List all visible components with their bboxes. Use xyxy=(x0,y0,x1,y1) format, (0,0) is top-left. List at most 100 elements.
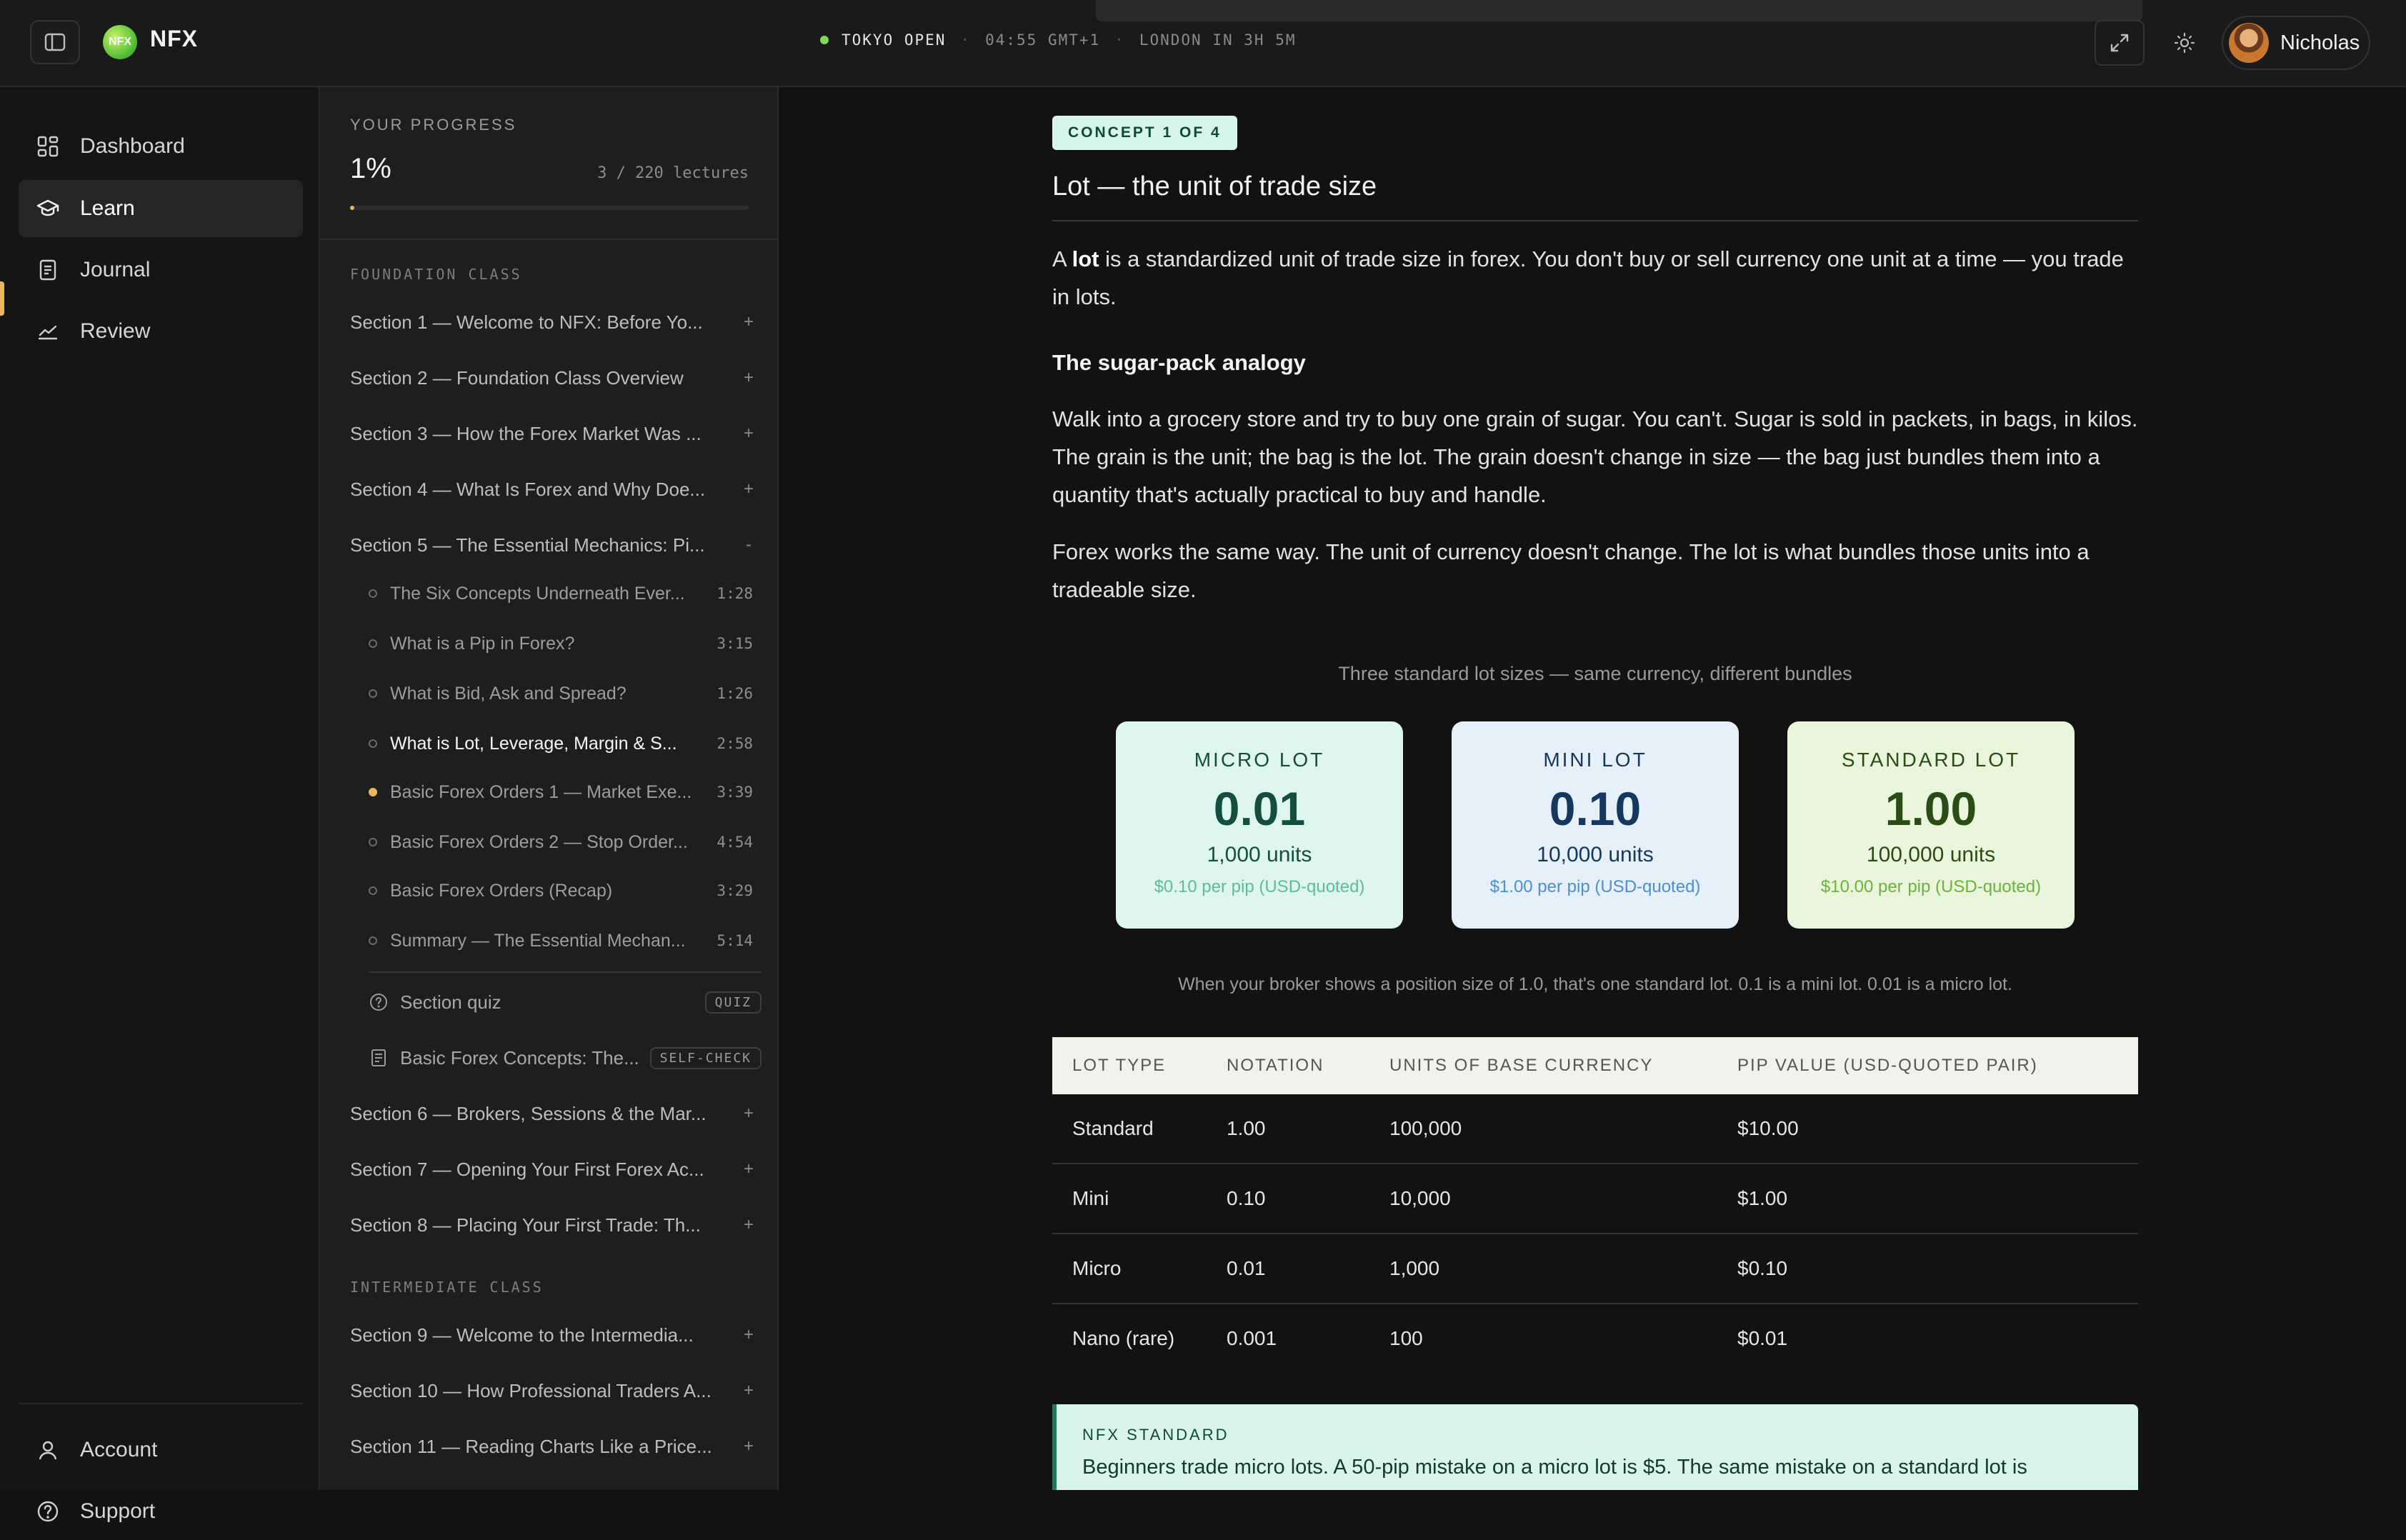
expand-icon: + xyxy=(743,424,754,443)
table-cell: $1.00 xyxy=(1737,1187,1788,1209)
expand-icon: + xyxy=(743,1104,754,1123)
section-item[interactable]: Section 1 — Welcome to NFX: Before Yo...… xyxy=(350,300,756,344)
sidebar-item-review[interactable]: Review xyxy=(19,303,303,360)
section-title: Section 7 — Opening Your First Forex Ac.… xyxy=(350,1158,704,1180)
lecture-duration: 1:28 xyxy=(717,585,753,602)
section-item[interactable]: Section 2 — Foundation Class Overview + xyxy=(350,356,756,400)
lot-value: 1.00 xyxy=(1885,782,1977,835)
lecture-title: Basic Forex Orders 1 — Market Exe... xyxy=(390,781,692,802)
table-cell: 100 xyxy=(1389,1327,1423,1349)
table-cell: $10.00 xyxy=(1737,1117,1799,1139)
sidebar-item-label: Support xyxy=(80,1499,156,1523)
sidebar-item-journal[interactable]: Journal xyxy=(19,241,303,299)
sidebar-item-dashboard[interactable]: Dashboard xyxy=(19,118,303,175)
table-cell: Micro xyxy=(1072,1257,1122,1279)
lot-name: MICRO LOT xyxy=(1194,749,1325,771)
lecture-title: Summary — The Essential Mechan... xyxy=(390,930,686,951)
table-cell: 10,000 xyxy=(1389,1187,1451,1209)
section-item[interactable]: Section 3 — How the Forex Market Was ...… xyxy=(350,411,756,456)
progress-bar xyxy=(350,206,749,210)
table-row: Standard 1.00 100,000 $10.00 xyxy=(1052,1094,2138,1164)
section-item[interactable]: Section 6 — Brokers, Sessions & the Mar.… xyxy=(350,1091,756,1136)
table-row: Nano (rare) 0.001 100 $0.01 xyxy=(1052,1304,2138,1373)
lecture-status-icon xyxy=(369,886,377,895)
section-item[interactable]: Section 7 — Opening Your First Forex Ac.… xyxy=(350,1147,756,1191)
lecture-item-current[interactable]: What is Lot, Leverage, Margin & S... 2:58 xyxy=(369,721,753,766)
section-quiz-item[interactable]: Section quiz QUIZ xyxy=(369,980,762,1024)
sidebar-item-label: Account xyxy=(80,1438,158,1461)
lecture-status-icon xyxy=(369,589,377,598)
theme-toggle-button[interactable] xyxy=(2167,26,2202,60)
lecture-title: Basic Forex Orders (Recap) xyxy=(390,880,613,901)
active-nav-indicator xyxy=(0,281,4,316)
lot-value: 0.10 xyxy=(1549,782,1642,835)
table-cell: 0.001 xyxy=(1227,1327,1277,1349)
expand-icon: + xyxy=(743,1325,754,1344)
section-item[interactable]: Section 4 — What Is Forex and Why Doe...… xyxy=(350,467,756,511)
brand-name[interactable]: NFX xyxy=(150,26,198,52)
lecture-status-icon xyxy=(369,689,377,698)
section-title: Section 3 — How the Forex Market Was ... xyxy=(350,422,702,444)
document-icon xyxy=(369,1048,389,1068)
analogy-heading: The sugar-pack analogy xyxy=(1052,350,1306,375)
sun-icon xyxy=(2174,32,2195,54)
lecture-duration: 1:26 xyxy=(717,685,753,702)
sidebar-item-learn[interactable]: Learn xyxy=(19,180,303,237)
self-check-item[interactable]: Basic Forex Concepts: The... SELF-CHECK xyxy=(369,1036,762,1080)
table-cell: 1.00 xyxy=(1227,1117,1266,1139)
fullscreen-button[interactable] xyxy=(2095,20,2145,66)
expand-icon xyxy=(2110,34,2129,52)
lecture-item[interactable]: What is a Pip in Forex? 3:15 xyxy=(369,621,753,666)
lot-sizes-caption: Three standard lot sizes — same currency… xyxy=(1338,663,1852,684)
sidebar-item-support[interactable]: Support xyxy=(19,1483,303,1540)
concept-badge: CONCEPT 1 OF 4 xyxy=(1052,116,1237,150)
lot-name: MINI LOT xyxy=(1543,749,1647,771)
sidebar-toggle-button[interactable] xyxy=(30,20,80,64)
intro-text: A xyxy=(1052,246,1072,271)
section-title: Section 6 — Brokers, Sessions & the Mar.… xyxy=(350,1102,707,1124)
lecture-status-icon xyxy=(369,936,377,945)
separator-dot-icon: · xyxy=(960,31,972,49)
lecture-item[interactable]: Basic Forex Orders 1 — Market Exe... 3:39 xyxy=(369,770,753,814)
table-header: LOT TYPE NOTATION UNITS OF BASE CURRENCY… xyxy=(1052,1037,2138,1094)
avatar xyxy=(2229,23,2269,63)
section-item[interactable]: Section 9 — Welcome to the Intermedia...… xyxy=(350,1313,756,1357)
lecture-item[interactable]: Basic Forex Orders 2 — Stop Order... 4:54 xyxy=(369,820,753,864)
table-cell: 0.10 xyxy=(1227,1187,1266,1209)
self-check-tag: SELF-CHECK xyxy=(649,1046,762,1069)
analogy-paragraph: Walk into a grocery store and try to buy… xyxy=(1052,406,2138,507)
lecture-item[interactable]: Summary — The Essential Mechan... 5:14 xyxy=(369,919,753,963)
table-cell: Nano (rare) xyxy=(1072,1327,1175,1349)
section-item[interactable]: Section 8 — Placing Your First Trade: Th… xyxy=(350,1203,756,1247)
lecture-status-icon xyxy=(369,739,377,748)
sidebar-divider xyxy=(19,1403,303,1404)
section-title: Section 9 — Welcome to the Intermedia... xyxy=(350,1324,694,1346)
class-label-intermediate: INTERMEDIATE CLASS xyxy=(350,1279,544,1296)
graduation-cap-icon xyxy=(36,196,60,221)
lecture-item[interactable]: The Six Concepts Underneath Ever... 1:28 xyxy=(369,571,753,616)
column-header: LOT TYPE xyxy=(1072,1056,1167,1075)
sidebar-item-label: Journal xyxy=(80,258,151,281)
table-cell: $0.10 xyxy=(1737,1257,1788,1279)
table-cell: 100,000 xyxy=(1389,1117,1462,1139)
lecture-item[interactable]: Basic Forex Orders (Recap) 3:29 xyxy=(369,869,753,913)
expand-icon: + xyxy=(743,1215,754,1234)
expand-icon: + xyxy=(743,1436,754,1456)
lecture-title: The Six Concepts Underneath Ever... xyxy=(390,583,685,604)
section-item[interactable]: Section 11 — Reading Charts Like a Price… xyxy=(350,1424,756,1469)
logo-text: NFX xyxy=(109,36,131,48)
lecture-duration: 3:29 xyxy=(717,882,753,899)
expand-icon: + xyxy=(743,312,754,331)
sidebar-item-account[interactable]: Account xyxy=(19,1421,303,1479)
section-item-expanded[interactable]: Section 5 — The Essential Mechanics: Pi.… xyxy=(350,523,756,567)
lecture-item[interactable]: What is Bid, Ask and Spread? 1:26 xyxy=(369,671,753,716)
user-menu-button[interactable]: Nicholas xyxy=(2222,16,2370,70)
top-scroll-strip xyxy=(1096,0,2142,21)
brand-logo[interactable]: NFX xyxy=(103,25,137,59)
sidebar-item-label: Dashboard xyxy=(80,134,185,158)
lecture-in-progress-icon xyxy=(369,788,377,796)
sidebar-panel-icon xyxy=(44,33,66,51)
section-item[interactable]: Section 10 — How Professional Traders A.… xyxy=(350,1369,756,1413)
collapse-icon: - xyxy=(746,535,752,554)
notebook-icon xyxy=(36,258,60,282)
